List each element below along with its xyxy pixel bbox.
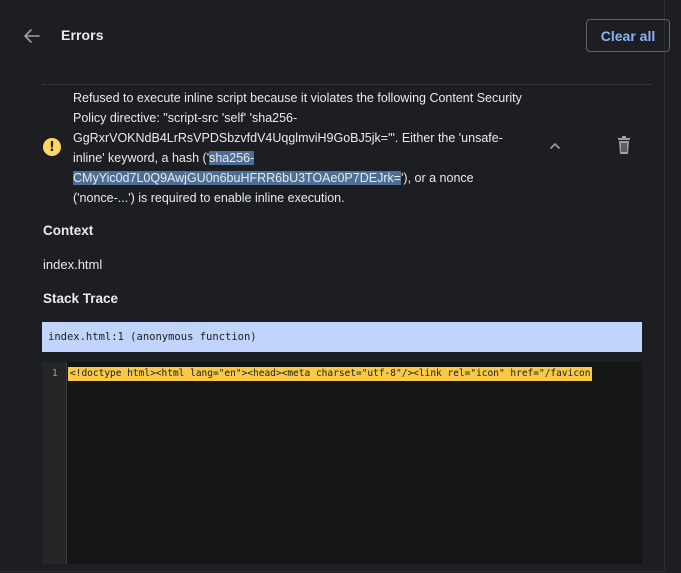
context-value: index.html [43, 257, 103, 272]
errors-page: Errors Clear all ! Refused to execute in… [0, 0, 681, 573]
warning-icon: ! [43, 138, 61, 156]
error-message: Refused to execute inline script because… [73, 88, 523, 208]
clear-all-button[interactable]: Clear all [586, 19, 670, 52]
error-message-text: Refused to execute inline script because… [73, 91, 522, 165]
source-code-viewer: 1 <!doctype html><html lang="en"><head><… [42, 362, 642, 564]
line-gutter: 1 [42, 362, 67, 564]
context-heading: Context [43, 223, 94, 238]
line-number: 1 [52, 368, 58, 379]
delete-button[interactable] [614, 135, 634, 157]
stack-trace-heading: Stack Trace [43, 291, 119, 306]
page-title: Errors [61, 27, 104, 43]
divider [42, 84, 651, 85]
back-button[interactable] [20, 24, 44, 48]
header: Errors Clear all [0, 0, 681, 72]
chevron-up-icon [550, 143, 560, 149]
collapse-button[interactable] [545, 136, 565, 156]
stack-trace-entry[interactable]: index.html:1 (anonymous function) [42, 322, 642, 352]
trash-icon [618, 136, 630, 154]
highlighted-code-line: <!doctype html><html lang="en"><head><me… [68, 367, 593, 381]
arrow-left-icon [24, 29, 40, 43]
